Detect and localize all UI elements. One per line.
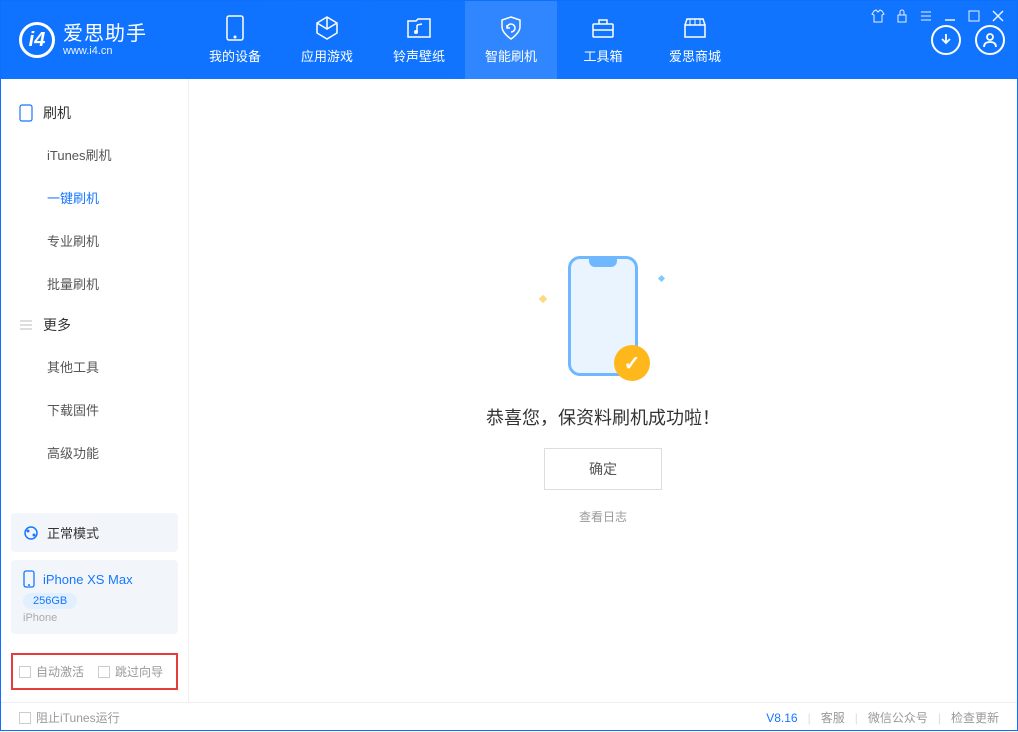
tab-ringtones[interactable]: 铃声壁纸 — [373, 1, 465, 79]
mode-label: 正常模式 — [47, 523, 99, 542]
wechat-link[interactable]: 微信公众号 — [868, 709, 928, 726]
shield-refresh-icon — [498, 15, 524, 41]
checkbox-icon — [19, 666, 31, 678]
sidebar-item-other-tools[interactable]: 其他工具 — [1, 345, 188, 388]
device-name: iPhone XS Max — [43, 572, 133, 587]
tab-my-device[interactable]: 我的设备 — [189, 1, 281, 79]
app-header: i4 爱思助手 www.i4.cn 我的设备 应用游戏 铃声壁纸 智能刷机 工具… — [1, 1, 1017, 79]
toolbox-icon — [590, 15, 616, 41]
sidebar-section-more: 更多 — [1, 305, 188, 345]
support-link[interactable]: 客服 — [821, 709, 845, 726]
device-type: iPhone — [23, 612, 166, 624]
checkbox-skip-guide[interactable]: 跳过向导 — [98, 663, 163, 680]
device-icon — [23, 570, 35, 588]
sidebar-section-flash: 刷机 — [1, 93, 188, 133]
checkbox-icon — [98, 666, 110, 678]
sync-icon — [23, 525, 39, 541]
tab-store[interactable]: 爱思商城 — [649, 1, 741, 79]
sidebar-item-pro-flash[interactable]: 专业刷机 — [1, 219, 188, 262]
sidebar-item-advanced[interactable]: 高级功能 — [1, 431, 188, 474]
version-label: V8.16 — [766, 711, 797, 725]
sidebar-item-itunes-flash[interactable]: iTunes刷机 — [1, 133, 188, 176]
user-button[interactable] — [975, 25, 1005, 55]
sidebar-item-batch-flash[interactable]: 批量刷机 — [1, 262, 188, 305]
check-update-link[interactable]: 检查更新 — [951, 709, 999, 726]
phone-icon — [222, 15, 248, 41]
tab-toolbox[interactable]: 工具箱 — [557, 1, 649, 79]
shirt-icon[interactable] — [871, 9, 885, 23]
logo-icon: i4 — [19, 22, 55, 58]
phone-small-icon — [19, 104, 33, 122]
lock-icon[interactable] — [895, 9, 909, 23]
app-logo: i4 爱思助手 www.i4.cn — [19, 22, 189, 58]
minimize-icon[interactable] — [943, 9, 957, 23]
window-controls — [871, 9, 1005, 23]
success-message: 恭喜您，保资料刷机成功啦！ — [486, 404, 720, 430]
sidebar-item-oneclick-flash[interactable]: 一键刷机 — [1, 176, 188, 219]
highlighted-options: 自动激活 跳过向导 — [11, 653, 178, 690]
cube-icon — [314, 15, 340, 41]
checkbox-icon — [19, 712, 31, 724]
maximize-icon[interactable] — [967, 9, 981, 23]
nav-tabs: 我的设备 应用游戏 铃声壁纸 智能刷机 工具箱 爱思商城 — [189, 1, 741, 79]
list-icon — [19, 318, 33, 332]
success-illustration: ✓ — [548, 256, 658, 386]
sidebar-item-download-firmware[interactable]: 下载固件 — [1, 388, 188, 431]
tab-apps[interactable]: 应用游戏 — [281, 1, 373, 79]
logo-title: 爱思助手 — [63, 23, 147, 45]
close-icon[interactable] — [991, 9, 1005, 23]
main-content: ✓ 恭喜您，保资料刷机成功啦！ 确定 查看日志 — [189, 79, 1017, 702]
check-icon: ✓ — [614, 345, 650, 381]
checkbox-auto-activate[interactable]: 自动激活 — [19, 663, 84, 680]
logo-url: www.i4.cn — [63, 45, 147, 57]
status-bar: 阻止iTunes运行 V8.16 | 客服 | 微信公众号 | 检查更新 — [1, 702, 1017, 732]
tab-flash[interactable]: 智能刷机 — [465, 1, 557, 79]
view-log-link[interactable]: 查看日志 — [579, 508, 627, 525]
store-icon — [682, 15, 708, 41]
menu-icon[interactable] — [919, 9, 933, 23]
confirm-button[interactable]: 确定 — [544, 448, 662, 490]
music-folder-icon — [406, 15, 432, 41]
mode-panel[interactable]: 正常模式 — [11, 513, 178, 552]
checkbox-block-itunes[interactable]: 阻止iTunes运行 — [19, 709, 120, 726]
download-button[interactable] — [931, 25, 961, 55]
sidebar: 刷机 iTunes刷机 一键刷机 专业刷机 批量刷机 更多 其他工具 下载固件 … — [1, 79, 189, 702]
device-panel[interactable]: iPhone XS Max 256GB iPhone — [11, 560, 178, 634]
storage-badge: 256GB — [23, 593, 77, 609]
